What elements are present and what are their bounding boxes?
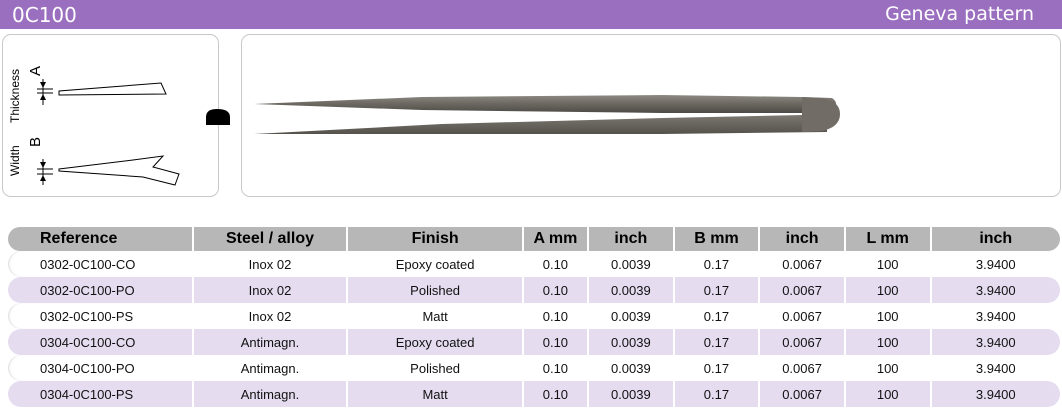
header-col-l-mm: L mm [846,227,932,251]
cell-col-b-mm: 0.17 [674,355,761,381]
header-col-l-inch: inch [979,230,1013,247]
table-header-row: Reference Steel / alloy Finish A mm inch B mm… [8,227,1060,251]
cell-col-a-inch: 0.0039 [589,381,675,407]
cell-col-l-inch: 3.9400 [931,303,1060,329]
thickness-marker [37,79,53,105]
cell-col-b-inch: 0.0067 [760,251,846,277]
dimension-diagram-svg: Thickness A Width B [8,66,180,186]
product-table: Reference Steel / alloy Finish A mm inch B mm… [8,227,1060,407]
tweezers-lower-arm [254,115,827,134]
tip-top-profile [58,155,180,186]
cell-col-l-mm: 100 [845,355,932,381]
header-col-finish: Finish [348,227,524,251]
cell-col-a-mm: 0.10 [523,381,590,407]
width-letter: B [27,137,44,147]
cell-col-reference: 0302-0C100-PS [8,303,194,329]
cell-col-finish: Epoxy coated [348,329,524,355]
cell-col-a-mm: 0.10 [523,329,590,355]
thickness-label: Thickness [8,69,22,123]
thickness-letter: A [27,66,44,76]
cell-col-steel-alloy: Inox 02 [193,303,349,329]
table-row: 0302-0C100-PS Inox 02 Matt 0.10 0.0039 0.17 0.… [8,303,1060,329]
table-row: 0304-0C100-PO Antimagn. Polished 0.10 0.0039… [8,355,1060,381]
cell-col-b-mm: 0.17 [674,381,761,407]
cell-col-b-inch: 0.0067 [760,355,846,381]
cell-col-steel-alloy: Antimagn. [193,381,349,407]
header-col-steel-alloy: Steel / alloy [194,227,349,251]
cell-col-l-mm: 100 [845,277,932,303]
dimension-diagram: Thickness A Width B [2,34,219,197]
tweezers-image [241,34,1061,197]
header-col-a-inch: inch [589,227,675,251]
cell-col-b-mm: 0.17 [674,329,761,355]
cell-col-finish: Polished [348,277,524,303]
header-col-reference: Reference [8,227,194,251]
cell-col-finish: Epoxy coated [348,251,524,277]
tweezers-upper-arm [254,95,836,113]
cell-col-reference: 0304-0C100-PS [8,381,194,407]
header-col-b-mm: B mm [675,227,761,251]
cell-col-a-inch: 0.0039 [589,329,675,355]
cell-col-steel-alloy: Inox 02 [193,277,349,303]
cell-col-l-mm: 100 [845,303,932,329]
product-code: 0C100 [12,3,77,27]
cell-col-a-mm: 0.10 [523,277,590,303]
cell-col-l-inch: 3.9400 [931,381,1060,407]
tip-side-profile [58,82,167,96]
cell-col-b-inch: 0.0067 [760,381,846,407]
header-col-a-mm: A mm [524,227,590,251]
cell-col-a-mm: 0.10 [523,355,590,381]
pattern-name: Geneva pattern [885,3,1034,25]
cell-col-steel-alloy: Antimagn. [193,329,349,355]
cell-col-b-inch: 0.0067 [760,303,846,329]
cell-col-b-mm: 0.17 [674,303,761,329]
cell-col-reference: 0304-0C100-PO [8,355,194,381]
cell-col-l-mm: 100 [845,251,932,277]
cell-col-finish: Matt [348,381,524,407]
cell-col-l-inch: 3.9400 [931,251,1060,277]
cell-col-a-inch: 0.0039 [589,355,675,381]
cell-col-a-mm: 0.10 [523,251,590,277]
cell-col-b-mm: 0.17 [674,251,761,277]
cell-col-b-inch: 0.0067 [760,329,846,355]
table-row: 0302-0C100-PO Inox 02 Polished 0.10 0.0039 0.… [8,277,1060,303]
cell-col-b-inch: 0.0067 [760,277,846,303]
cell-col-a-inch: 0.0039 [589,303,675,329]
title-bar: 0C100 Geneva pattern [0,0,1062,29]
cell-col-l-inch: 3.9400 [931,355,1060,381]
header-col-b-inch: inch [760,227,846,251]
width-label: Width [8,145,22,176]
cell-col-l-inch: 3.9400 [931,329,1060,355]
cell-col-finish: Matt [348,303,524,329]
cell-col-a-mm: 0.10 [523,303,590,329]
cell-col-steel-alloy: Antimagn. [193,355,349,381]
cross-section-icon [206,109,230,125]
table-row: 0304-0C100-CO Antimagn. Epoxy coated 0.10 0.… [8,329,1060,355]
table-row: 0304-0C100-PS Antimagn. Matt 0.10 0.0039 0.17… [8,381,1060,407]
cell-col-finish: Polished [348,355,524,381]
width-marker [37,159,53,185]
cell-col-l-mm: 100 [845,381,932,407]
table-row: 0302-0C100-CO Inox 02 Epoxy coated 0.10 0.00… [8,251,1060,277]
cell-col-l-inch: 3.9400 [931,277,1060,303]
cell-col-l-mm: 100 [845,329,932,355]
cell-col-a-inch: 0.0039 [589,251,675,277]
cell-col-reference: 0302-0C100-PO [8,277,194,303]
cell-col-reference: 0302-0C100-CO [8,251,194,277]
tweezers-svg [254,95,840,134]
cell-col-b-mm: 0.17 [674,277,761,303]
cell-col-a-inch: 0.0039 [589,277,675,303]
cell-col-reference: 0304-0C100-CO [8,329,194,355]
cell-col-steel-alloy: Inox 02 [193,251,349,277]
